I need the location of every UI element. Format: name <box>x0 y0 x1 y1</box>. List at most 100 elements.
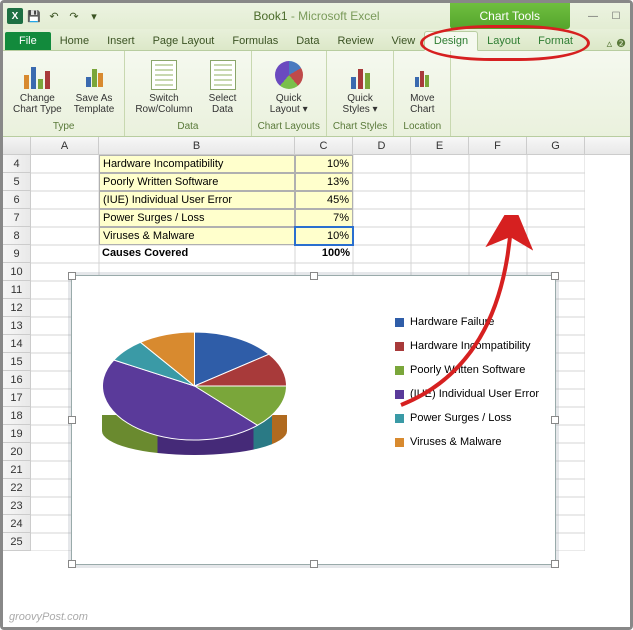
tab-layout[interactable]: Layout <box>478 32 529 50</box>
save-button[interactable]: 💾 <box>25 7 43 25</box>
resize-handle[interactable] <box>310 272 318 280</box>
resize-handle[interactable] <box>310 560 318 568</box>
select-data-button[interactable]: Select Data <box>201 57 245 117</box>
tab-data[interactable]: Data <box>287 32 328 50</box>
minimize-button[interactable]: — <box>583 9 603 23</box>
tab-review[interactable]: Review <box>328 32 382 50</box>
col-header-G[interactable]: G <box>527 137 585 154</box>
row-header[interactable]: 5 <box>3 173 31 191</box>
legend-item[interactable]: (IUE) Individual User Error <box>395 388 539 400</box>
row-header[interactable]: 21 <box>3 461 31 479</box>
row-header[interactable]: 9 <box>3 245 31 263</box>
qat-dropdown-icon[interactable]: ▾ <box>85 7 103 25</box>
quick-styles-button[interactable]: Quick Styles ▾ <box>338 57 382 117</box>
legend-item[interactable]: Viruses & Malware <box>395 436 539 448</box>
row-header[interactable]: 7 <box>3 209 31 227</box>
table-cell-label[interactable]: Poorly Written Software <box>99 173 295 191</box>
pie-chart[interactable] <box>102 331 287 441</box>
row-header[interactable]: 14 <box>3 335 31 353</box>
row-header[interactable]: 16 <box>3 371 31 389</box>
table-cell-value[interactable]: 13% <box>295 173 353 191</box>
row-header[interactable]: 19 <box>3 425 31 443</box>
tab-design[interactable]: Design <box>424 31 478 51</box>
table-total-label[interactable]: Causes Covered <box>99 245 295 263</box>
row-header[interactable]: 15 <box>3 353 31 371</box>
quick-layout-button[interactable]: Quick Layout ▾ <box>266 57 312 117</box>
col-header-F[interactable]: F <box>469 137 527 154</box>
row-header[interactable]: 22 <box>3 479 31 497</box>
table-cell-value[interactable]: 45% <box>295 191 353 209</box>
col-header-A[interactable]: A <box>31 137 99 154</box>
row-header[interactable]: 25 <box>3 533 31 551</box>
select-all-corner[interactable] <box>3 137 31 154</box>
col-header-E[interactable]: E <box>411 137 469 154</box>
ribbon-group-type: Change Chart Type Save As Template Type <box>3 51 125 136</box>
tab-format[interactable]: Format <box>529 32 582 50</box>
tab-page-layout[interactable]: Page Layout <box>144 32 224 50</box>
legend-item[interactable]: Power Surges / Loss <box>395 412 539 424</box>
legend-item[interactable]: Poorly Written Software <box>395 364 539 376</box>
table-cell-label[interactable]: Power Surges / Loss <box>99 209 295 227</box>
tab-formulas[interactable]: Formulas <box>223 32 287 50</box>
row-header[interactable]: 8 <box>3 227 31 245</box>
legend-swatch <box>395 342 404 351</box>
help-icon[interactable]: ❷ <box>616 37 626 50</box>
row-header[interactable]: 13 <box>3 317 31 335</box>
resize-handle[interactable] <box>551 416 559 424</box>
row-header[interactable]: 10 <box>3 263 31 281</box>
cell-grid[interactable]: Hardware Failure Hardware Incompatibility… <box>31 155 630 551</box>
legend-item[interactable]: Hardware Failure <box>395 316 539 328</box>
legend-swatch <box>395 366 404 375</box>
window-controls: — ☐ <box>583 9 626 23</box>
resize-handle[interactable] <box>68 416 76 424</box>
table-total-value[interactable]: 100% <box>295 245 353 263</box>
minimize-ribbon-icon[interactable]: ▵ <box>607 37 613 50</box>
restore-button[interactable]: ☐ <box>606 9 626 23</box>
move-chart-button[interactable]: Move Chart <box>400 57 444 117</box>
row-header[interactable]: 12 <box>3 299 31 317</box>
table-cell-label[interactable]: (IUE) Individual User Error <box>99 191 295 209</box>
row-header[interactable]: 11 <box>3 281 31 299</box>
table-cell-value[interactable]: 7% <box>295 209 353 227</box>
table-cell-value[interactable]: 10% <box>295 227 353 245</box>
title-bar: X 💾 ↶ ↷ ▾ Book1 - Microsoft Excel Chart … <box>3 3 630 29</box>
tab-home[interactable]: Home <box>51 32 98 50</box>
row-header[interactable]: 6 <box>3 191 31 209</box>
table-cell-label[interactable]: Hardware Incompatibility <box>99 155 295 173</box>
quick-access-toolbar: X 💾 ↶ ↷ ▾ <box>3 7 107 25</box>
col-header-D[interactable]: D <box>353 137 411 154</box>
legend-label: (IUE) Individual User Error <box>410 388 539 400</box>
col-header-C[interactable]: C <box>295 137 353 154</box>
undo-button[interactable]: ↶ <box>45 7 63 25</box>
change-chart-type-button[interactable]: Change Chart Type <box>9 57 66 117</box>
save-as-template-button[interactable]: Save As Template <box>70 57 119 117</box>
row-header[interactable]: 24 <box>3 515 31 533</box>
legend-item[interactable]: Hardware Incompatibility <box>395 340 539 352</box>
row-header[interactable]: 4 <box>3 155 31 173</box>
switch-row-column-button[interactable]: Switch Row/Column <box>131 57 196 117</box>
window-title: Book1 - Microsoft Excel <box>253 9 379 23</box>
embedded-chart[interactable]: Hardware Failure Hardware Incompatibility… <box>71 275 556 565</box>
worksheet-area[interactable]: ABCDEFG 45678910111213141516171819202122… <box>3 137 630 627</box>
resize-handle[interactable] <box>68 560 76 568</box>
row-header[interactable]: 20 <box>3 443 31 461</box>
col-header-B[interactable]: B <box>99 137 295 154</box>
legend-swatch <box>395 414 404 423</box>
ribbon-group-location: Move Chart Location <box>394 51 451 136</box>
resize-handle[interactable] <box>68 272 76 280</box>
ribbon-tabs: File Home Insert Page Layout Formulas Da… <box>3 29 630 51</box>
legend-label: Viruses & Malware <box>410 436 502 448</box>
resize-handle[interactable] <box>551 560 559 568</box>
tab-insert[interactable]: Insert <box>98 32 144 50</box>
table-cell-label[interactable]: Viruses & Malware <box>99 227 295 245</box>
redo-button[interactable]: ↷ <box>65 7 83 25</box>
row-header[interactable]: 17 <box>3 389 31 407</box>
tab-file[interactable]: File <box>5 32 51 50</box>
row-header[interactable]: 18 <box>3 407 31 425</box>
table-cell-value[interactable]: 10% <box>295 155 353 173</box>
legend-label: Poorly Written Software <box>410 364 525 376</box>
resize-handle[interactable] <box>551 272 559 280</box>
chart-legend[interactable]: Hardware Failure Hardware Incompatibility… <box>395 316 539 448</box>
tab-view[interactable]: View <box>383 32 425 50</box>
row-header[interactable]: 23 <box>3 497 31 515</box>
